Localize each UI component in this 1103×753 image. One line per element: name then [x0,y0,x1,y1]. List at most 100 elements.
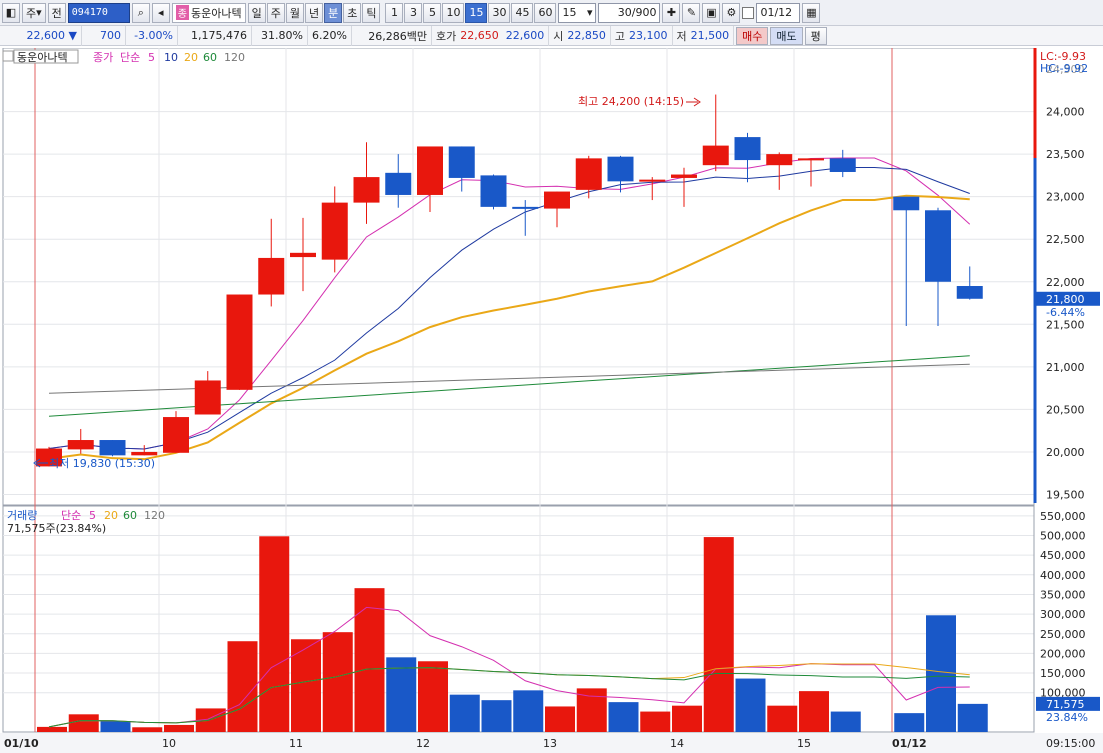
interval-tab-45[interactable]: 45 [511,2,534,23]
volume-legend-ma60: 60 [123,509,137,522]
candle-body [702,145,729,166]
crosshair-icon[interactable]: ✚ [662,2,681,23]
price-value: 22,600 [26,29,66,42]
period-tab-1[interactable]: 주 [266,2,285,23]
interval-tab-10[interactable]: 10 [442,2,465,23]
candle-body [671,174,697,178]
last-volume-pct: 23.84% [1046,711,1088,724]
candle-body [290,252,316,258]
chart-window: ◧ 주 ▾ 전 094170 ⌕ ◂ 종 동운아나텍 일주월년분초틱 1 3 5 10 1… [0,0,1103,753]
volume-bar [418,661,448,732]
volume-bar [735,678,766,732]
market-label: 주 [26,6,37,20]
candle-body [321,202,348,260]
interval-tab-5[interactable]: 5 [423,2,442,23]
candle-body [163,417,189,453]
volume-bar [672,705,702,732]
interval-select[interactable]: 15 ▾ [558,2,597,23]
interval-tab-15[interactable]: 15 [465,2,488,23]
volume-bar [354,588,385,732]
period-tab-2[interactable]: 월 [285,2,304,23]
date-field[interactable]: 01/12 [756,2,801,23]
interval-tab-1[interactable]: 1 [385,2,404,23]
volume-value: 1,175,476 [178,25,252,46]
calendar-icon[interactable]: ▦ [802,2,821,23]
high-price: 고 23,100 [611,25,673,46]
speaker-icon[interactable]: ◂ [151,2,170,23]
candle-body [385,172,412,195]
price-tick-label: 21,500 [1046,318,1085,331]
legend-stock-name: 동운아나텍 [17,51,68,64]
stock-name: 동운아나텍 [190,6,242,20]
x-tick-label: 11 [289,737,303,750]
candle-body [607,156,634,182]
candle-body [766,154,793,166]
draw-tool-icon[interactable]: ✎ [682,2,701,23]
candle-body [512,206,539,209]
gear-icon[interactable]: ⚙ [722,2,741,23]
save-icon[interactable]: ▣ [702,2,721,23]
price-panel-frame [2,48,1035,506]
volume-tick-label: 400,000 [1040,569,1086,582]
stock-tag: 종 [175,5,189,20]
x-tick-label: 01/12 [892,737,927,750]
moving-average-lines [48,157,971,461]
volume-legend-ma120: 120 [144,509,165,522]
volume-legend-ma5: 5 [89,509,96,522]
volume-bar [164,724,194,732]
date-checkbox[interactable] [742,6,755,19]
price-tick-label: 20,000 [1046,446,1085,459]
x-tick-label: 13 [543,737,557,750]
price-tick-label: 23,500 [1046,148,1085,161]
price-tick-label: 24,000 [1046,106,1085,119]
count-field[interactable]: 30/900 [598,2,661,23]
volume-bar [68,714,99,732]
eval-button[interactable]: 평 [804,26,827,45]
price-tick-label: 19,500 [1046,488,1085,501]
interval-tab-60[interactable]: 60 [534,2,557,23]
volume-bar [545,706,575,732]
candle-body [798,158,824,161]
price-tick-label: 20,500 [1046,403,1085,416]
volume-bar [640,711,671,732]
ask-label: 호가 [436,29,457,43]
volume-bar [100,720,131,732]
period-tab-0[interactable]: 일 [247,2,266,23]
volume-tick-label: 450,000 [1040,549,1086,562]
candle-body [67,440,94,450]
stock-code-input[interactable]: 094170 [67,2,130,23]
window-menu-icon[interactable]: ◧ [2,2,20,23]
sell-button[interactable]: 매도 [770,26,803,45]
volume-tick-label: 150,000 [1040,667,1086,680]
candle-body [99,440,126,456]
buy-button[interactable]: 매수 [736,26,769,45]
period-tab-6[interactable]: 틱 [362,2,381,23]
last-price-label: 21,800 [1046,293,1085,306]
interval-tab-30[interactable]: 30 [488,2,511,23]
volume-bar [449,694,480,732]
market-select[interactable]: 주 ▾ [22,2,46,23]
interval-tab-3[interactable]: 3 [404,2,423,23]
candlestick-chart[interactable]: 동운아나텍 종가 단순 5 10 20 60 120 최고 24,200 (14… [0,48,1103,753]
period-tab-5[interactable]: 초 [343,2,362,23]
toolbar-main: ◧ 주 ▾ 전 094170 ⌕ ◂ 종 동운아나텍 일주월년분초틱 1 3 5 10 1… [0,0,1103,26]
volume-legend-ma-type: 단순 [61,509,81,522]
candle-body [575,158,602,190]
ma120-line [48,363,970,394]
prev-button[interactable]: 전 [47,2,66,23]
volume-bar [608,702,639,732]
period-tab-4[interactable]: 분 [324,2,343,23]
volume-legend: 거래량 단순 5 20 60 120 71,575주(23.84%) [7,509,165,535]
period-tab-3[interactable]: 년 [304,2,324,23]
legend-close: 종가 [93,51,113,64]
volume-tick-label: 500,000 [1040,530,1086,543]
volume-bar [703,537,734,732]
legend-toggle-icon[interactable] [2,50,14,62]
ma60-line [48,355,970,417]
search-icon[interactable]: ⌕ [131,2,150,23]
volume-bar [830,711,861,732]
low-annotation: 최저 19,830 (15:30) [49,457,155,470]
volume-legend-ma20: 20 [104,509,118,522]
volume-bar [259,536,290,732]
ask-value: 22,650 [460,29,499,42]
